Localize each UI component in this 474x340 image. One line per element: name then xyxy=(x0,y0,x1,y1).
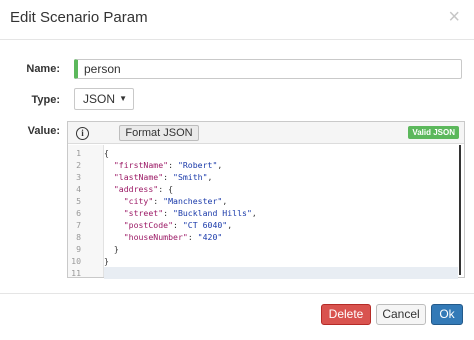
json-punctuation: : xyxy=(187,232,198,242)
json-string: "420" xyxy=(197,232,223,242)
close-icon[interactable]: × xyxy=(448,7,460,27)
code-line: { xyxy=(104,147,458,159)
code-line: "houseNumber": "420" xyxy=(104,231,458,243)
info-icon[interactable]: i xyxy=(76,127,89,140)
line-number: 2 xyxy=(76,160,81,170)
value-label: Value: xyxy=(27,125,60,137)
type-label: Type: xyxy=(31,94,60,106)
json-punctuation: : xyxy=(153,196,164,206)
json-punctuation: , xyxy=(227,220,233,230)
json-editor: i Format JSON Valid JSON 1 2 3 4 5 6 7 8 9 10 11 {… xyxy=(67,121,465,279)
code-line xyxy=(104,267,458,279)
json-string: "Smith" xyxy=(173,172,208,182)
name-input[interactable]: person xyxy=(74,59,462,79)
json-punctuation: : xyxy=(173,220,183,230)
json-punctuation: { xyxy=(104,148,109,158)
code-line: "street": "Buckland Hills", xyxy=(104,207,458,219)
json-punctuation xyxy=(104,172,114,182)
line-number: 8 xyxy=(76,232,81,242)
json-punctuation: } xyxy=(104,244,119,254)
line-number: 4 xyxy=(76,184,81,194)
code-line: "address": { xyxy=(104,183,458,195)
json-key: "houseNumber" xyxy=(123,232,188,242)
valid-json-badge: Valid JSON xyxy=(408,126,459,139)
json-key: "address" xyxy=(113,184,159,194)
ok-button[interactable]: Ok xyxy=(431,304,463,325)
code-line: } xyxy=(104,255,458,267)
json-punctuation: : { xyxy=(158,184,174,194)
line-number: 1 xyxy=(76,148,81,158)
line-number-gutter: 1 2 3 4 5 6 7 8 9 10 11 xyxy=(68,145,104,278)
json-key: "lastName" xyxy=(113,172,164,182)
footer-divider xyxy=(0,293,474,294)
line-number: 10 xyxy=(71,256,81,266)
json-string: "Buckland Hills" xyxy=(173,208,252,218)
json-punctuation: , xyxy=(222,196,228,206)
json-key: "postCode" xyxy=(123,220,174,230)
cancel-button[interactable]: Cancel xyxy=(376,304,426,325)
json-string: "CT 6040" xyxy=(182,220,228,230)
json-punctuation: : xyxy=(163,172,174,182)
code-area[interactable]: 1 2 3 4 5 6 7 8 9 10 11 { "firstName": "Robert", "… xyxy=(68,145,464,279)
line-number: 11 xyxy=(71,268,81,278)
editor-toolbar: i Format JSON Valid JSON xyxy=(68,122,464,144)
json-punctuation xyxy=(104,184,114,194)
json-punctuation: , xyxy=(217,160,223,170)
type-select[interactable]: JSON ▼ xyxy=(74,88,134,110)
editor-scrollbar[interactable] xyxy=(459,145,461,275)
line-number: 6 xyxy=(76,208,81,218)
json-punctuation: : xyxy=(163,208,174,218)
code-line: } xyxy=(104,243,458,255)
json-punctuation xyxy=(104,160,114,170)
json-punctuation xyxy=(104,196,124,206)
json-key: "firstName" xyxy=(113,160,169,170)
json-punctuation xyxy=(104,232,124,242)
code-line: "postCode": "CT 6040", xyxy=(104,219,458,231)
json-string: "Manchester" xyxy=(163,196,223,206)
name-label: Name: xyxy=(26,63,60,75)
type-select-value: JSON xyxy=(83,92,116,106)
line-number: 5 xyxy=(76,196,81,206)
delete-button[interactable]: Delete xyxy=(321,304,371,325)
dialog-header: Edit Scenario Param × xyxy=(0,0,474,40)
code-line: "firstName": "Robert", xyxy=(104,159,458,171)
edit-scenario-param-dialog: Edit Scenario Param × Name: person Type:… xyxy=(0,0,474,340)
code-line: "city": "Manchester", xyxy=(104,195,458,207)
json-key: "city" xyxy=(123,196,154,206)
json-punctuation: , xyxy=(207,172,213,182)
caret-down-icon: ▼ xyxy=(119,94,127,103)
json-string: "Robert" xyxy=(177,160,218,170)
dialog-title: Edit Scenario Param xyxy=(10,9,148,26)
line-number: 3 xyxy=(76,172,81,182)
line-number: 9 xyxy=(76,244,81,254)
json-punctuation: , xyxy=(251,208,257,218)
json-punctuation: : xyxy=(168,160,178,170)
json-punctuation: } xyxy=(104,256,109,266)
line-number: 7 xyxy=(76,220,81,230)
json-key: "street" xyxy=(123,208,164,218)
json-punctuation xyxy=(104,220,124,230)
code-line: "lastName": "Smith", xyxy=(104,171,458,183)
json-punctuation xyxy=(104,208,124,218)
format-json-button[interactable]: Format JSON xyxy=(119,125,199,141)
